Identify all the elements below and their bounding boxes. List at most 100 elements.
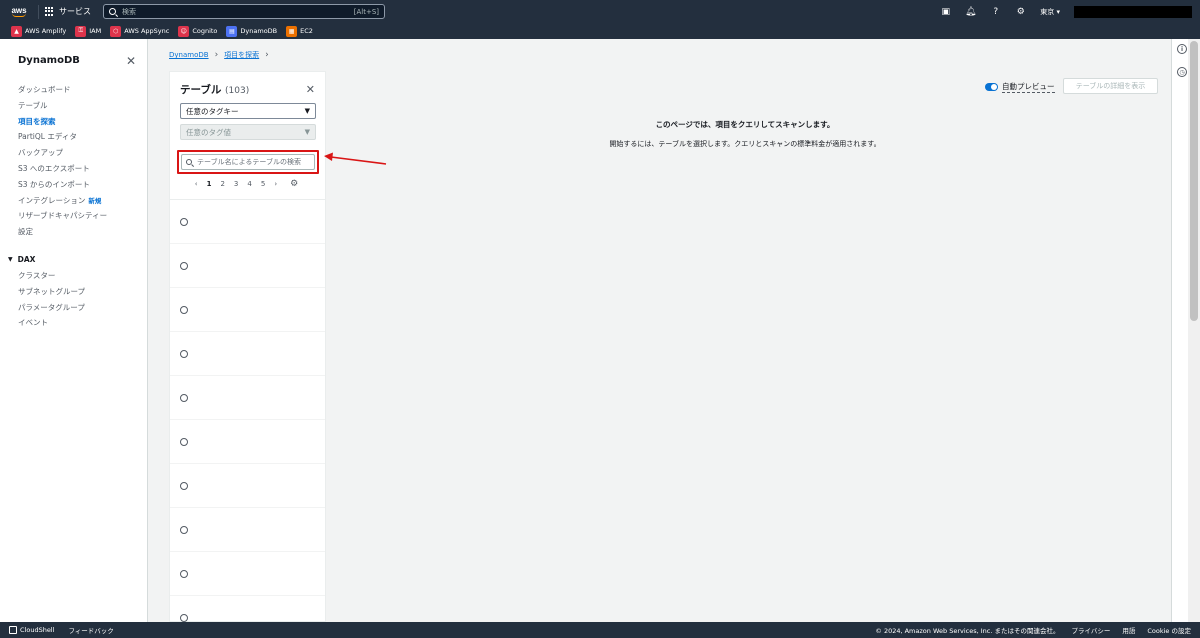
sidebar-item-reserved-capacity[interactable]: リザーブドキャパシティー	[0, 208, 147, 224]
table-row[interactable]	[170, 552, 325, 596]
cloudshell-icon[interactable]: ▣	[940, 6, 951, 17]
favorite-ec2[interactable]: ▦ EC2	[286, 25, 313, 37]
cognito-icon: ☺	[178, 25, 190, 37]
aws-logo[interactable]: aws	[8, 6, 30, 17]
favorite-aws-amplify[interactable]: ▲ AWS Amplify	[11, 25, 66, 37]
feedback-link[interactable]: フィードバック	[68, 625, 113, 635]
favorite-label: EC2	[300, 27, 313, 35]
sidebar-item-label: インテグレーション	[18, 195, 86, 205]
top-navigation: aws サービス 検索 [Alt+S] ▣ 🔔︎ ? ⚙ 東京 ▾	[0, 0, 1200, 23]
scrollbar[interactable]	[1188, 39, 1200, 622]
sidebar-item-events[interactable]: イベント	[0, 315, 147, 331]
history-icon[interactable]: ◷	[1177, 67, 1187, 77]
gear-icon[interactable]: ⚙	[290, 179, 298, 189]
sidebar-item-partiql-editor[interactable]: PartiQL エディタ	[0, 129, 147, 145]
chevron-right-icon: ›	[214, 50, 219, 60]
favorite-label: AWS AppSync	[124, 27, 170, 35]
tag-key-select-value: 任意のタグキー	[186, 106, 239, 116]
radio-button[interactable]	[180, 305, 188, 314]
sidebar-item-clusters[interactable]: クラスター	[0, 268, 147, 284]
region-selector[interactable]: 東京 ▾	[1040, 7, 1060, 17]
page-2[interactable]: 2	[220, 180, 224, 188]
close-icon[interactable]: ✕	[306, 83, 315, 96]
page-5[interactable]: 5	[261, 180, 265, 188]
radio-button[interactable]	[180, 349, 188, 358]
dax-section-label: DAX	[17, 254, 36, 264]
breadcrumb-explore-items-link[interactable]: 項目を探索	[224, 50, 259, 60]
favorite-cognito[interactable]: ☺ Cognito	[178, 25, 217, 37]
sidebar-item-dashboard[interactable]: ダッシュボード	[0, 82, 147, 98]
tables-panel-title: テーブル (103)	[180, 82, 249, 97]
caret-down-icon: ▼	[304, 107, 310, 115]
cloudshell-button[interactable]: CloudShell	[9, 626, 54, 634]
tag-key-select[interactable]: 任意のタグキー ▼	[180, 103, 316, 119]
table-row[interactable]	[170, 420, 325, 464]
view-table-details-button[interactable]: テーブルの詳細を表示	[1063, 78, 1158, 94]
cookie-settings-link[interactable]: Cookie の設定	[1147, 625, 1191, 635]
search-placeholder: 検索	[122, 7, 136, 16]
sidebar-item-settings[interactable]: 設定	[0, 224, 147, 240]
radio-button[interactable]	[180, 437, 188, 446]
sidebar-item-export-s3[interactable]: S3 へのエクスポート	[0, 161, 147, 177]
top-right-controls: ▣ 🔔︎ ? ⚙ 東京 ▾	[940, 5, 1192, 18]
sidebar-item-explore-items[interactable]: 項目を探索	[0, 114, 147, 130]
breadcrumb: DynamoDB › 項目を探索 ›	[169, 50, 269, 60]
favorite-aws-appsync[interactable]: ⬡ AWS AppSync	[110, 25, 170, 37]
terms-link[interactable]: 用語	[1122, 625, 1135, 635]
breadcrumb-dynamodb-link[interactable]: DynamoDB	[169, 51, 209, 59]
favorite-dynamodb[interactable]: ▤ DynamoDB	[226, 25, 277, 37]
sidebar-item-integrations[interactable]: インテグレーション 新規	[0, 193, 147, 209]
page-1[interactable]: 1	[207, 180, 212, 188]
chevron-left-icon[interactable]: ‹	[195, 180, 198, 188]
radio-button[interactable]	[180, 525, 188, 534]
privacy-link[interactable]: プライバシー	[1071, 625, 1110, 635]
table-row[interactable]	[170, 464, 325, 508]
tag-value-select-value: 任意のタグ値	[186, 127, 231, 137]
radio-button[interactable]	[180, 261, 188, 270]
sidebar-item-subnet-groups[interactable]: サブネットグループ	[0, 284, 147, 300]
table-row[interactable]	[170, 200, 325, 244]
radio-button[interactable]	[180, 217, 188, 226]
settings-gear-icon[interactable]: ⚙	[1015, 6, 1026, 17]
radio-button[interactable]	[180, 393, 188, 402]
favorite-iam[interactable]: ⚿ IAM	[75, 25, 102, 37]
page-3[interactable]: 3	[234, 180, 238, 188]
empty-state-description: 開始するには、テーブルを選択します。クエリとスキャンの標準料金が適用されます。	[609, 140, 881, 148]
tables-count: (103)	[225, 85, 250, 96]
table-row[interactable]	[170, 244, 325, 288]
favorites-bar: ▲ AWS Amplify ⚿ IAM ⬡ AWS AppSync ☺ Cogn…	[0, 23, 1200, 39]
table-row[interactable]	[170, 376, 325, 420]
table-row[interactable]	[170, 332, 325, 376]
sidebar-item-backups[interactable]: バックアップ	[0, 145, 147, 161]
info-icon[interactable]: i	[1177, 44, 1187, 54]
table-search-input[interactable]: テーブル名によるテーブルの検索	[181, 154, 315, 170]
chevron-right-icon[interactable]: ›	[274, 180, 277, 188]
search-icon	[109, 8, 116, 15]
sidebar-item-parameter-groups[interactable]: パラメータグループ	[0, 300, 147, 316]
table-row[interactable]	[170, 508, 325, 552]
favorite-label: IAM	[89, 27, 102, 35]
page-4[interactable]: 4	[247, 180, 251, 188]
table-row[interactable]	[170, 288, 325, 332]
sidebar-nav: ダッシュボード テーブル 項目を探索 PartiQL エディタ バックアップ S…	[0, 82, 147, 240]
services-menu-button[interactable]: サービス	[38, 4, 97, 19]
table-search-highlight: テーブル名によるテーブルの検索	[177, 150, 319, 174]
sidebar-title[interactable]: DynamoDB	[18, 55, 80, 66]
account-menu-redacted[interactable]	[1074, 5, 1192, 18]
radio-button[interactable]	[180, 481, 188, 490]
annotation-arrow-icon	[324, 152, 387, 165]
radio-button[interactable]	[180, 569, 188, 578]
new-badge: 新規	[88, 196, 102, 205]
appsync-icon: ⬡	[110, 25, 122, 37]
dax-section-toggle[interactable]: ▼ DAX	[0, 255, 147, 264]
scrollbar-thumb[interactable]	[1190, 41, 1198, 321]
close-icon[interactable]: ✕	[126, 54, 136, 68]
auto-preview-toggle[interactable]: 自動プレビュー	[985, 81, 1055, 93]
sidebar-item-tables[interactable]: テーブル	[0, 98, 147, 114]
sidebar-item-import-s3[interactable]: S3 からのインポート	[0, 177, 147, 193]
help-icon[interactable]: ?	[990, 6, 1001, 17]
radio-button[interactable]	[180, 613, 188, 622]
global-search-input[interactable]: 検索 [Alt+S]	[103, 4, 385, 19]
toggle-switch[interactable]	[985, 83, 998, 91]
notifications-bell-icon[interactable]: 🔔︎	[965, 6, 976, 17]
